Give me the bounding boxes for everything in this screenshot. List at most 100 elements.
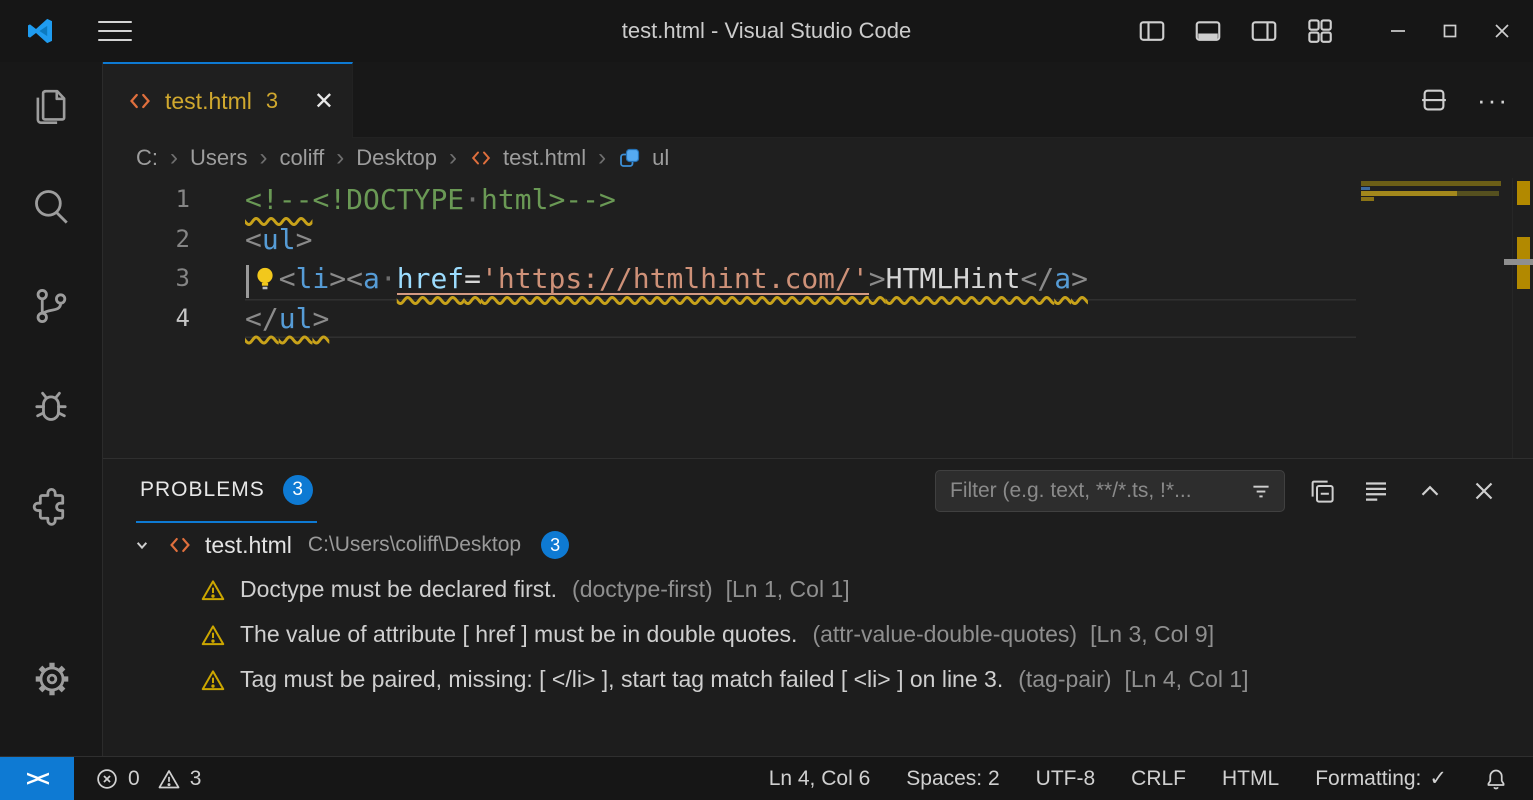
- collapse-all-icon[interactable]: [1307, 476, 1337, 506]
- status-bar: >< 0 3 Ln 4, Col 6 Spaces: 2 UTF-8 CRLF HTML…: [0, 756, 1533, 800]
- chevron-right-icon: ›: [168, 144, 180, 172]
- tab-test-html[interactable]: test.html 3 ✕: [103, 62, 353, 138]
- problems-list: test.html C:\Users\coliff\Desktop 3 Doct…: [103, 523, 1533, 756]
- status-item[interactable]: UTF-8: [1036, 767, 1096, 791]
- symbol-icon: [618, 146, 642, 170]
- html-file-icon: [127, 88, 153, 114]
- tab-bar: test.html 3 ✕ ···: [103, 62, 1533, 138]
- split-editor-icon[interactable]: [1419, 85, 1449, 115]
- check-icon: ✓: [1429, 766, 1447, 791]
- code-line[interactable]: </ul>: [245, 299, 1356, 339]
- status-item[interactable]: HTML: [1222, 767, 1279, 791]
- problems-filter[interactable]: [935, 470, 1285, 512]
- toggle-panel-icon[interactable]: [1193, 16, 1223, 46]
- customize-layout-icon[interactable]: [1305, 16, 1335, 46]
- line-number: 4: [103, 299, 190, 339]
- breadcrumb-symbol[interactable]: ul: [652, 145, 669, 171]
- problem-rule: (tag-pair): [1018, 666, 1111, 693]
- warning-count: 3: [190, 767, 202, 791]
- problem-rule: (attr-value-double-quotes): [812, 621, 1077, 648]
- minimap[interactable]: [1358, 179, 1512, 458]
- line-number: 3: [103, 259, 190, 299]
- settings-gear-icon[interactable]: [16, 643, 88, 715]
- filter-input[interactable]: [950, 479, 1248, 503]
- problem-message: Doctype must be declared first.: [240, 576, 557, 603]
- formatting-status[interactable]: Formatting: ✓: [1315, 766, 1447, 791]
- toggle-sidebar-icon[interactable]: [1137, 16, 1167, 46]
- problems-file-row[interactable]: test.html C:\Users\coliff\Desktop 3: [103, 523, 1533, 567]
- code-lines[interactable]: <!--<!DOCTYPE·html>--><ul> <li><a·href='…: [245, 180, 1356, 338]
- warning-icon: [199, 576, 227, 604]
- titlebar: test.html - Visual Studio Code: [0, 0, 1533, 62]
- tab-problem-count: 3: [266, 88, 278, 114]
- menu-icon[interactable]: [98, 21, 132, 41]
- problems-file-name: test.html: [205, 532, 292, 559]
- debug-icon[interactable]: [15, 370, 87, 442]
- activity-bar: [0, 62, 103, 756]
- html-file-icon: [167, 532, 193, 558]
- breadcrumb-file[interactable]: test.html: [503, 145, 586, 171]
- warning-icon: [199, 621, 227, 649]
- problem-row[interactable]: Tag must be paired, missing: [ </li> ], …: [103, 657, 1533, 702]
- breadcrumb-segment[interactable]: Desktop: [356, 145, 437, 171]
- panel-header: PROBLEMS 3: [103, 459, 1533, 523]
- code-editor[interactable]: 1234 <!--<!DOCTYPE·html>--><ul> <li><a·h…: [103, 178, 1533, 458]
- warning-mark: [1517, 181, 1530, 205]
- formatting-label: Formatting:: [1315, 767, 1421, 791]
- warning-icon: [199, 666, 227, 694]
- more-actions-icon[interactable]: ···: [1477, 95, 1509, 105]
- status-item[interactable]: CRLF: [1131, 767, 1186, 791]
- warnings-icon: [156, 766, 182, 792]
- notifications-bell-icon[interactable]: [1483, 766, 1509, 792]
- error-count: 0: [128, 767, 140, 791]
- problems-file-path: C:\Users\coliff\Desktop: [308, 533, 521, 557]
- file-problem-badge: 3: [541, 531, 569, 559]
- tab-close-icon[interactable]: ✕: [314, 87, 334, 116]
- problems-panel: PROBLEMS 3: [103, 458, 1533, 756]
- problem-row[interactable]: Doctype must be declared first. (doctype-…: [103, 567, 1533, 612]
- code-line[interactable]: <!--<!DOCTYPE·html>-->: [245, 180, 1356, 220]
- code-line[interactable]: <ul>: [245, 220, 1356, 260]
- breadcrumb: C: › Users › coliff › Desktop › test.html › ul: [103, 138, 1533, 178]
- explorer-icon[interactable]: [15, 70, 87, 142]
- remote-indicator[interactable]: ><: [0, 757, 74, 800]
- html-file-icon: [469, 146, 493, 170]
- view-as-table-icon[interactable]: [1361, 476, 1391, 506]
- problem-rule: (doctype-first): [572, 576, 713, 603]
- minimize-button[interactable]: [1383, 16, 1413, 46]
- problem-location: [Ln 4, Col 1]: [1125, 666, 1249, 693]
- search-icon[interactable]: [15, 170, 87, 242]
- errors-icon: [94, 766, 120, 792]
- line-number: 1: [103, 180, 190, 220]
- problems-count-badge: 3: [283, 475, 313, 505]
- tab-label: test.html: [165, 88, 252, 115]
- tab-problems[interactable]: PROBLEMS 3: [136, 459, 317, 523]
- problems-status[interactable]: 0 3: [94, 766, 209, 792]
- chevron-right-icon: ›: [447, 144, 459, 172]
- maximize-button[interactable]: [1435, 16, 1465, 46]
- chevron-right-icon: ›: [334, 144, 346, 172]
- lightbulb-icon[interactable]: [251, 264, 279, 294]
- chevron-down-icon[interactable]: [129, 532, 155, 558]
- filter-icon[interactable]: [1248, 478, 1274, 504]
- chevron-right-icon: ›: [596, 144, 608, 172]
- extensions-icon[interactable]: [15, 470, 87, 542]
- maximize-panel-icon[interactable]: [1415, 476, 1445, 506]
- close-panel-icon[interactable]: [1469, 476, 1499, 506]
- toggle-secondary-sidebar-icon[interactable]: [1249, 16, 1279, 46]
- code-line[interactable]: <li><a·href='https://htmlhint.com/'>HTML…: [245, 259, 1356, 299]
- close-window-button[interactable]: [1487, 16, 1517, 46]
- gutter: 1234: [103, 180, 190, 338]
- chevron-right-icon: ›: [257, 144, 269, 172]
- text-cursor: [246, 265, 249, 298]
- status-item[interactable]: Spaces: 2: [906, 767, 999, 791]
- problem-message: The value of attribute [ href ] must be …: [240, 621, 797, 648]
- breadcrumb-segment[interactable]: coliff: [279, 145, 324, 171]
- breadcrumb-segment[interactable]: Users: [190, 145, 247, 171]
- status-item[interactable]: Ln 4, Col 6: [769, 767, 871, 791]
- problem-row[interactable]: The value of attribute [ href ] must be …: [103, 612, 1533, 657]
- source-control-icon[interactable]: [15, 270, 87, 342]
- problem-location: [Ln 3, Col 9]: [1090, 621, 1214, 648]
- breadcrumb-segment[interactable]: C:: [136, 145, 158, 171]
- overview-ruler[interactable]: [1512, 178, 1533, 458]
